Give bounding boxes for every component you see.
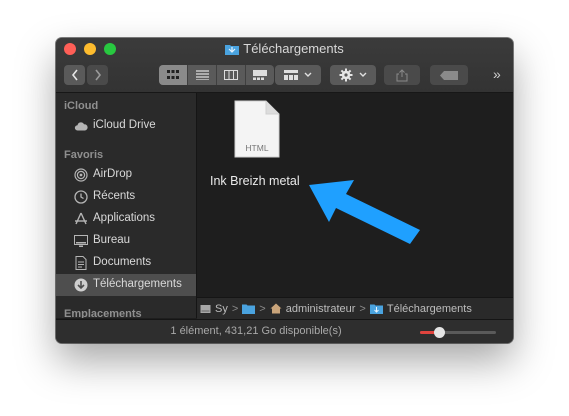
- status-bar: 1 élément, 431,21 Go disponible(s): [56, 319, 513, 343]
- icon-size-slider[interactable]: [420, 327, 496, 338]
- list-view-icon: [195, 70, 209, 80]
- download-icon: [74, 278, 88, 292]
- file-item-icon[interactable]: HTML: [234, 100, 280, 163]
- sidebar-item-bureau[interactable]: Bureau: [56, 230, 196, 252]
- cloud-icon: [74, 119, 88, 133]
- hard-disk-icon: [200, 305, 211, 313]
- applications-icon: [74, 212, 88, 226]
- chevron-down-icon: [359, 72, 367, 77]
- clock-icon: [74, 190, 88, 204]
- window-title: Téléchargements: [56, 41, 513, 59]
- window-title-text: Téléchargements: [243, 41, 344, 56]
- tag-button[interactable]: [430, 65, 468, 85]
- list-view-button[interactable]: [188, 65, 217, 85]
- path-segment-folder[interactable]: [242, 303, 256, 314]
- sidebar-section-favoris: Favoris: [64, 149, 104, 161]
- view-mode-segmented-control: [159, 65, 274, 85]
- gallery-view-button[interactable]: [246, 65, 274, 85]
- sidebar-item-recents[interactable]: Récents: [56, 186, 196, 208]
- sidebar-section-icloud: iCloud: [64, 100, 99, 112]
- chevron-left-icon: [71, 69, 78, 81]
- downloads-folder-icon: [369, 304, 383, 314]
- sidebar-section-emplacements: Emplacements: [64, 308, 142, 318]
- share-icon: [396, 68, 408, 81]
- back-button[interactable]: [64, 65, 85, 85]
- folder-icon: [242, 304, 256, 314]
- sidebar: iCloud iCloud Drive Favoris AirDrop Réce…: [56, 93, 197, 318]
- path-segment-home[interactable]: administrateur: [270, 303, 355, 315]
- forward-button[interactable]: [87, 65, 108, 85]
- sidebar-item-icloud-drive[interactable]: iCloud Drive: [56, 115, 196, 137]
- annotation-arrow: [309, 180, 420, 244]
- icon-view-button[interactable]: [159, 65, 188, 85]
- sidebar-item-airdrop[interactable]: AirDrop: [56, 164, 196, 186]
- icon-view-icon: [167, 70, 179, 79]
- path-segment-telechargements[interactable]: Téléchargements: [369, 303, 472, 315]
- path-segment-disk[interactable]: Sy: [200, 303, 228, 315]
- group-by-button[interactable]: [275, 65, 321, 85]
- airdrop-icon: [74, 168, 88, 182]
- sidebar-item-documents[interactable]: Documents: [56, 252, 196, 274]
- path-bar: Sy > > administrateur > Téléchargements: [197, 297, 513, 319]
- finder-window: Téléchargements » iCloud iCloud Drive Fa…: [56, 38, 513, 343]
- chevron-down-icon: [304, 72, 312, 77]
- action-menu-button[interactable]: [330, 65, 376, 85]
- column-view-icon: [224, 70, 238, 80]
- sidebar-item-telechargements[interactable]: Téléchargements: [56, 274, 196, 296]
- title-bar: Téléchargements »: [56, 38, 513, 93]
- home-icon: [270, 303, 282, 314]
- chevron-right-icon: [94, 69, 101, 81]
- file-item-name[interactable]: Ink Breizh metal: [210, 174, 300, 188]
- share-button[interactable]: [384, 65, 420, 85]
- file-type-label: HTML: [245, 143, 269, 153]
- gear-icon: [339, 68, 353, 82]
- sidebar-item-applications[interactable]: Applications: [56, 208, 196, 230]
- folder-icon: [225, 43, 240, 59]
- slider-knob[interactable]: [434, 327, 445, 338]
- toolbar-overflow-button[interactable]: »: [493, 66, 501, 82]
- column-view-button[interactable]: [217, 65, 246, 85]
- desktop-icon: [74, 234, 88, 248]
- tag-icon: [440, 70, 458, 80]
- status-text: 1 élément, 431,21 Go disponible(s): [170, 325, 342, 337]
- group-grid-icon: [284, 70, 298, 80]
- gallery-view-icon: [253, 70, 267, 80]
- document-icon: [74, 256, 88, 270]
